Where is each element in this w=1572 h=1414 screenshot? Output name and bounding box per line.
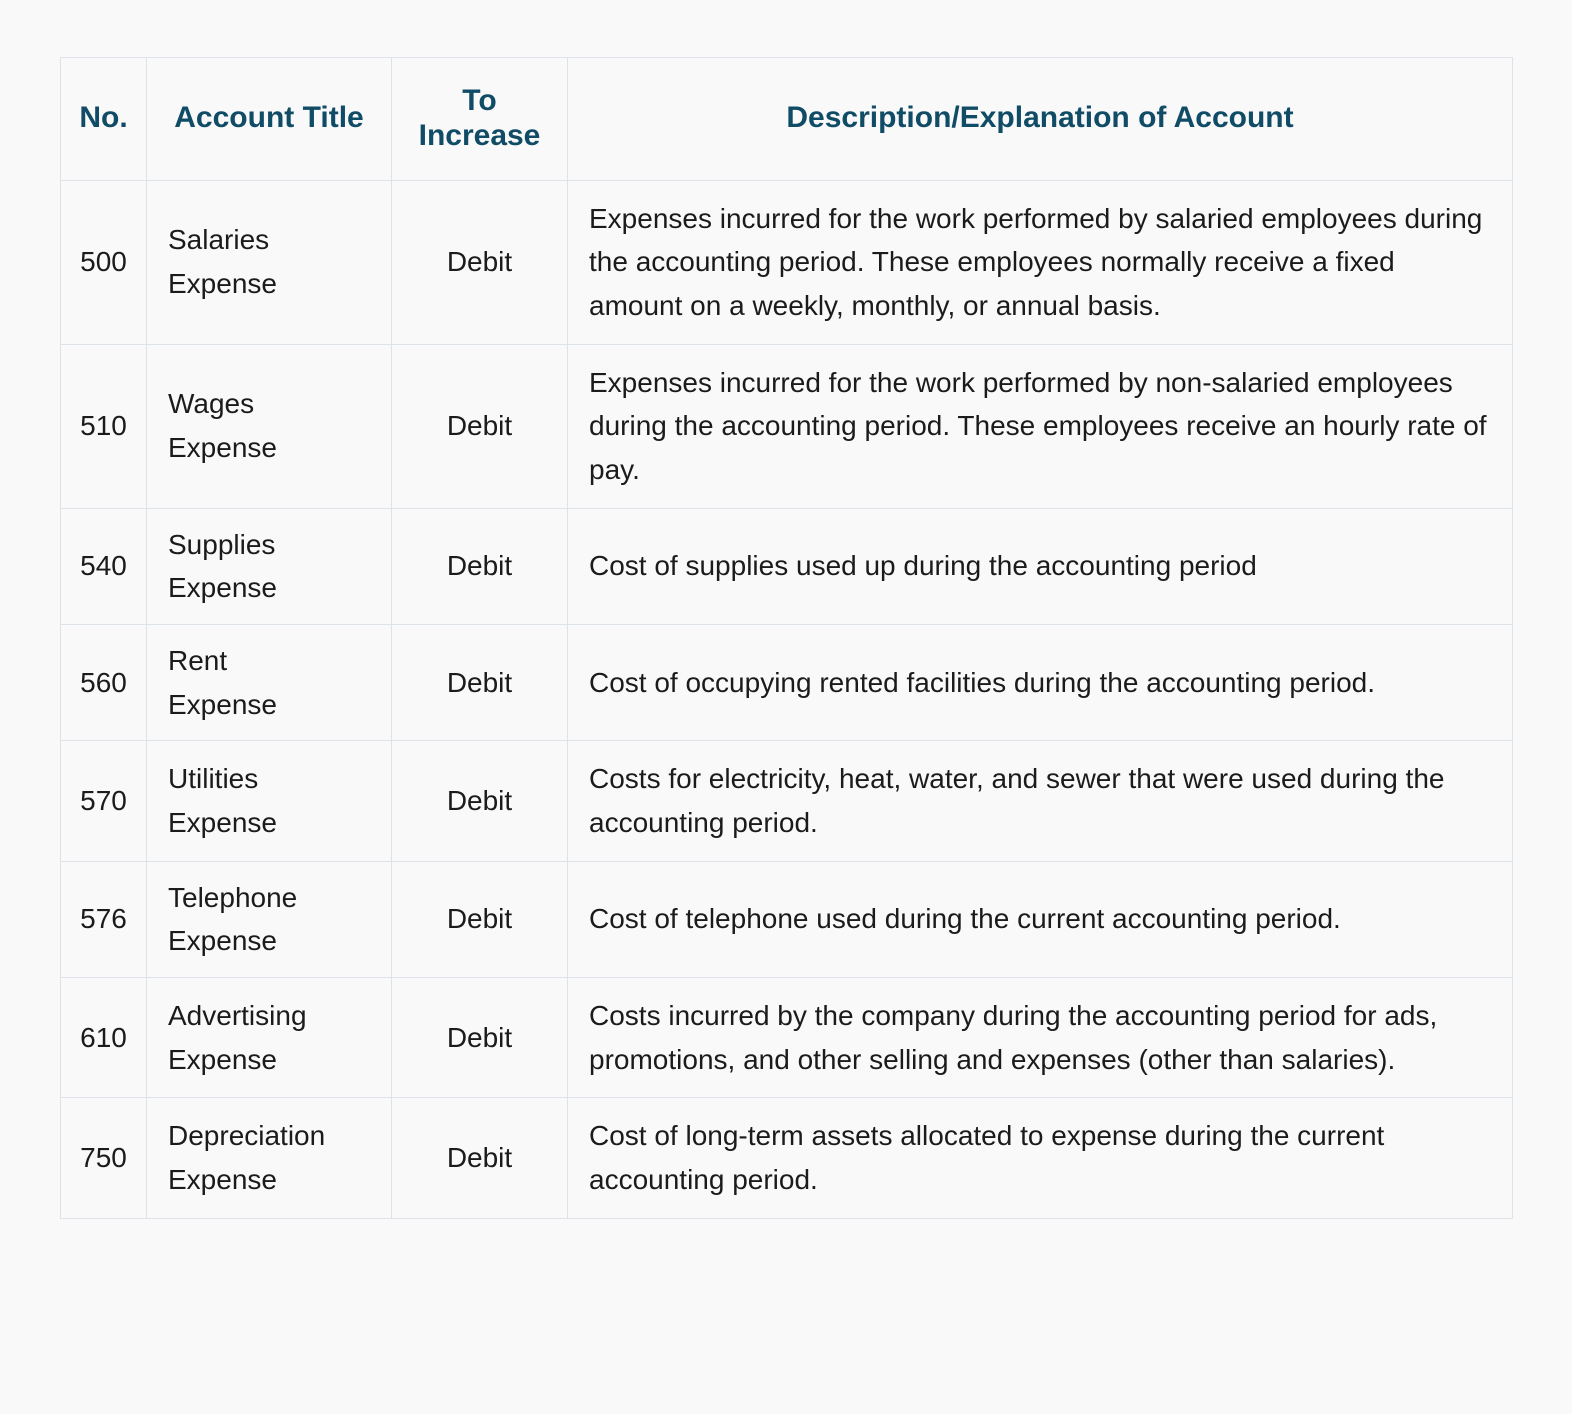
cell-to-increase: Debit [391, 623, 568, 742]
account-title-text: Wages Expense [168, 388, 277, 464]
page-canvas: No. Account Title To Increase Descriptio… [0, 0, 1572, 1414]
cell-to-increase: Debit [391, 1097, 568, 1219]
cell-description: Cost of occupying rented facilities duri… [567, 623, 1513, 742]
cell-account-number: 500 [60, 179, 147, 345]
cell-account-title: Salaries Expense [146, 179, 392, 345]
cell-account-number: 610 [60, 976, 147, 1099]
cell-description: Expenses incurred for the work performed… [567, 343, 1513, 509]
cell-account-number: 510 [60, 343, 147, 509]
account-title-text: Utilities Expense [168, 763, 277, 838]
cell-description: Cost of supplies used up during the acco… [567, 507, 1513, 625]
column-header-description: Description/Explanation of Account [567, 57, 1513, 181]
table-row: 750 Depreciation Expense Debit Cost of long… [60, 1097, 1513, 1219]
cell-account-title: Wages Expense [146, 343, 392, 509]
cell-account-number: 570 [60, 740, 147, 862]
cell-to-increase: Debit [391, 976, 568, 1099]
column-header-no: No. [60, 57, 147, 181]
table-row: 576 Telephone Expense Debit Cost of telepho… [60, 860, 1513, 979]
column-header-account-title: Account Title [146, 57, 392, 181]
cell-to-increase: Debit [391, 507, 568, 625]
cell-account-title: Rent Expense [146, 623, 392, 742]
cell-account-number: 560 [60, 623, 147, 742]
account-title-text: Rent Expense [168, 644, 277, 720]
table-header-row: No. Account Title To Increase Descriptio… [60, 57, 1513, 181]
account-title-text: Supplies Expense [168, 528, 277, 604]
account-title-text: Advertising Expense [168, 1000, 307, 1075]
account-title-text: Depreciation Expense [168, 1120, 326, 1196]
cell-account-title: Supplies Expense [146, 507, 392, 625]
table-body: 500 Salaries Expense Debit Expenses incurre… [60, 179, 1513, 1219]
table-row: 610 Advertising Expense Debit Costs incurre… [60, 976, 1513, 1099]
column-header-to-increase-line2: Increase [418, 118, 541, 152]
cell-to-increase: Debit [391, 179, 568, 345]
chart-of-accounts-table: No. Account Title To Increase Descriptio… [60, 57, 1513, 1219]
cell-account-title: Advertising Expense [146, 976, 392, 1099]
cell-to-increase: Debit [391, 860, 568, 979]
cell-account-number: 540 [60, 507, 147, 625]
accounts-table-container: No. Account Title To Increase Descriptio… [60, 57, 1513, 1219]
table-row: 570 Utilities Expense Debit Costs for elect… [60, 740, 1513, 862]
table-row: 540 Supplies Expense Debit Cost of supplies… [60, 507, 1513, 625]
cell-account-number: 750 [60, 1097, 147, 1219]
account-title-text: Telephone Expense [168, 881, 298, 957]
table-header: No. Account Title To Increase Descriptio… [60, 57, 1513, 181]
column-header-to-increase: To Increase [391, 57, 568, 181]
table-row: 500 Salaries Expense Debit Expenses incurre… [60, 179, 1513, 345]
cell-account-number: 576 [60, 860, 147, 979]
cell-description: Costs for electricity, heat, water, and … [567, 740, 1513, 862]
table-row: 560 Rent Expense Debit Cost of occupying re… [60, 623, 1513, 742]
cell-account-title: Depreciation Expense [146, 1097, 392, 1219]
cell-description: Expenses incurred for the work performed… [567, 179, 1513, 345]
column-header-to-increase-line1: To [462, 84, 497, 117]
cell-account-title: Utilities Expense [146, 740, 392, 862]
cell-description: Cost of telephone used during the curren… [567, 860, 1513, 979]
account-title-text: Salaries Expense [168, 224, 277, 300]
table-row: 510 Wages Expense Debit Expenses incurred f… [60, 343, 1513, 509]
cell-account-title: Telephone Expense [146, 860, 392, 979]
cell-description: Costs incurred by the company during the… [567, 976, 1513, 1099]
cell-to-increase: Debit [391, 740, 568, 862]
cell-to-increase: Debit [391, 343, 568, 509]
cell-description: Cost of long-term assets allocated to ex… [567, 1097, 1513, 1219]
